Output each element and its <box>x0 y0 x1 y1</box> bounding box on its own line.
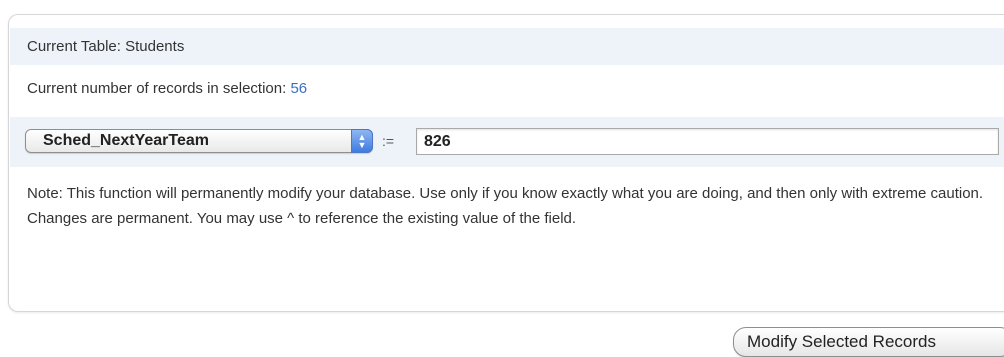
record-count-row: Current number of records in selection: … <box>27 79 307 99</box>
select-stepper-icon: ▲ ▼ <box>351 129 373 153</box>
field-edit-row: Sched_NextYearTeam ▲ ▼ := <box>10 117 1004 167</box>
modify-records-panel: Current Table: Students Current number o… <box>8 14 1004 312</box>
field-select-value: Sched_NextYearTeam <box>43 132 210 149</box>
current-table-row: Current Table: Students <box>10 28 1004 65</box>
record-count-value: 56 <box>290 80 308 97</box>
modify-selected-records-button[interactable]: Modify Selected Records <box>733 327 1004 357</box>
current-table-label: Current Table: Students <box>27 38 185 55</box>
value-input[interactable] <box>416 128 999 155</box>
warning-note: Note: This function will permanently mod… <box>27 185 984 227</box>
record-count-label: Current number of records in selection: <box>27 80 291 97</box>
field-select[interactable]: Sched_NextYearTeam ▲ ▼ <box>25 129 373 153</box>
assign-operator: := <box>382 133 395 149</box>
